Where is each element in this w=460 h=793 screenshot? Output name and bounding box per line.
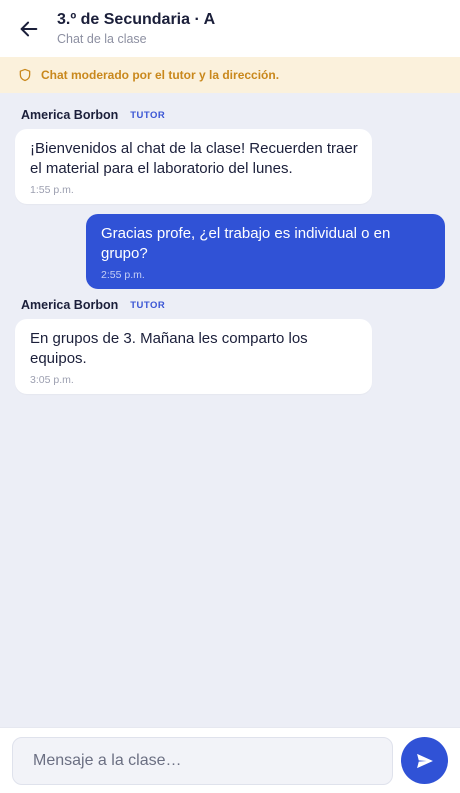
chat-screen: 3.º de Secundaria · A Chat de la clase C… [0,0,460,793]
role-badge: TUTOR [130,109,166,121]
moderation-notice: Chat moderado por el tutor y la direcció… [0,57,460,93]
message-time: 3:05 p.m. [30,374,74,386]
message-sender: America Borbon TUTOR [21,298,165,312]
message-time: 2:55 p.m. [101,269,145,281]
back-button[interactable] [14,14,44,44]
message-bubble-incoming[interactable]: ¡Bienvenidos al chat de la clase! Recuer… [15,129,372,204]
send-button[interactable] [401,737,448,784]
page-title: 3.º de Secundaria · A [57,11,216,28]
message-text: En grupos de 3. Mañana les comparto los … [30,330,308,367]
message-bubble-incoming[interactable]: En grupos de 3. Mañana les comparto los … [15,319,372,394]
message-list: America Borbon TUTOR ¡Bienvenidos al cha… [0,93,460,727]
shield-icon [18,68,32,82]
message-composer: Mensaje a la clase… [0,727,460,793]
page-subtitle: Chat de la clase [57,32,147,46]
notice-text: Chat moderado por el tutor y la direcció… [41,68,280,82]
app-header: 3.º de Secundaria · A Chat de la clase [0,0,460,57]
header-titles: 3.º de Secundaria · A Chat de la clase [57,10,215,47]
message-time: 1:55 p.m. [30,184,74,196]
sender-name: America Borbon [21,108,119,122]
sender-name: America Borbon [21,298,119,312]
message-text: Gracias profe, ¿el trabajo es individual… [101,225,391,262]
message-sender: America Borbon TUTOR [21,108,165,122]
message-input[interactable]: Mensaje a la clase… [12,736,393,785]
role-badge: TUTOR [130,299,166,311]
send-icon [416,753,433,768]
arrow-left-icon [20,21,38,36]
message-text: ¡Bienvenidos al chat de la clase! Recuer… [30,140,358,177]
message-bubble-outgoing[interactable]: Gracias profe, ¿el trabajo es individual… [86,214,445,289]
